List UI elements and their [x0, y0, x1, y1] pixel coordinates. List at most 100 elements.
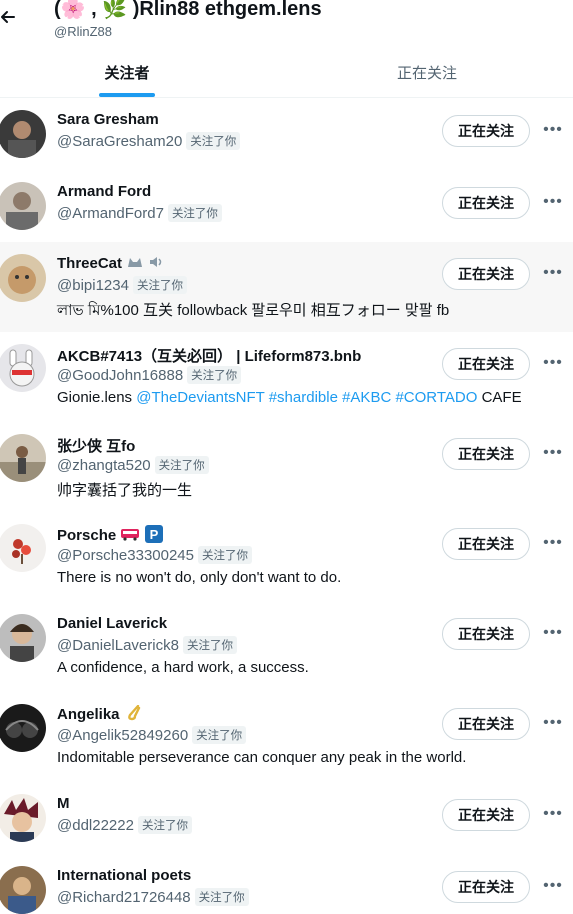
following-button[interactable]: 正在关注: [442, 258, 530, 290]
avatar[interactable]: [0, 182, 46, 230]
cat-emoji-icon: [126, 255, 144, 273]
back-button[interactable]: [0, 4, 22, 30]
user-handle[interactable]: @SaraGresham20: [57, 133, 182, 150]
user-row[interactable]: International poets @Richard21726448 关注了…: [0, 854, 573, 914]
handle-line: @Angelik52849260 关注了你: [57, 726, 247, 744]
user-row[interactable]: Angelika @Angelik52849260 关注了你 Indomitab…: [0, 692, 573, 782]
user-name[interactable]: International poets: [57, 867, 191, 884]
user-row[interactable]: Sara Gresham @SaraGresham20 关注了你 正在关注 ••…: [0, 98, 573, 170]
handle-line: @ArmandFord7 关注了你: [57, 204, 222, 222]
avatar[interactable]: [0, 704, 46, 752]
handle-line: @Richard21726448 关注了你: [57, 888, 249, 906]
more-icon[interactable]: •••: [541, 623, 565, 643]
user-bio: লাভ মি%100 互关 followback 팔로우미 相互フォロー 맞팔 …: [57, 302, 450, 319]
arrow-left-icon: [1, 11, 15, 23]
user-row[interactable]: M @ddl22222 关注了你 正在关注 •••: [0, 782, 573, 854]
avatar[interactable]: [0, 614, 46, 662]
follows-you-badge: 关注了你: [167, 204, 222, 222]
handle-line: @SaraGresham20 关注了你: [57, 132, 241, 150]
avatar[interactable]: [0, 110, 46, 158]
follows-you-badge: 关注了你: [137, 816, 192, 834]
bio-text: CAFE: [477, 389, 522, 406]
avatar[interactable]: [0, 794, 46, 842]
user-bio: 帅字囊括了我的一生: [57, 482, 193, 499]
user-handle[interactable]: @Richard21726448: [57, 889, 191, 906]
user-name-line: Angelika: [57, 704, 142, 725]
more-icon[interactable]: •••: [541, 443, 565, 463]
follows-you-badge: 关注了你: [186, 132, 241, 150]
handle-line: @zhangta520 关注了你: [57, 456, 209, 474]
user-row[interactable]: Daniel Laverick @DanielLaverick8 关注了你 A …: [0, 602, 573, 692]
handle-line: @GoodJohn16888 关注了你: [57, 366, 242, 384]
user-handle[interactable]: @DanielLaverick8: [57, 637, 179, 654]
following-button[interactable]: 正在关注: [442, 187, 530, 219]
tab-following[interactable]: 正在关注: [360, 48, 494, 97]
profile-title: (🌸 , 🌿 )Rlin88 ethgem.lens: [54, 0, 322, 20]
following-button[interactable]: 正在关注: [442, 115, 530, 147]
user-name[interactable]: AKCB#7413（互关必回） | Lifeform873.bnb: [57, 345, 361, 366]
user-name[interactable]: ThreeCat: [57, 255, 122, 272]
user-bio: A confidence, a hard work, a success.: [57, 659, 309, 676]
following-button[interactable]: 正在关注: [442, 438, 530, 470]
user-name[interactable]: Angelika: [57, 706, 120, 723]
more-icon[interactable]: •••: [541, 533, 565, 553]
user-handle[interactable]: @GoodJohn16888: [57, 367, 183, 384]
handle-line: @Porsche33300245 关注了你: [57, 546, 252, 564]
follows-you-badge: 关注了你: [154, 456, 209, 474]
user-name[interactable]: 张少侠 互fo: [57, 435, 135, 456]
user-name[interactable]: Sara Gresham: [57, 111, 159, 128]
user-bio: Gionie.lens @TheDeviantsNFT #shardible #…: [57, 389, 522, 406]
tab-bar: 关注者 正在关注: [0, 48, 573, 98]
user-row[interactable]: Armand Ford @ArmandFord7 关注了你 正在关注 •••: [0, 170, 573, 242]
user-handle[interactable]: @ddl22222: [57, 817, 134, 834]
follows-you-badge: 关注了你: [132, 276, 187, 294]
speaker-icon: [148, 255, 166, 273]
active-tab-indicator: [99, 93, 155, 97]
bio-text: Gionie.lens: [57, 389, 137, 406]
following-button[interactable]: 正在关注: [442, 799, 530, 831]
more-icon[interactable]: •••: [541, 120, 565, 140]
profile-handle: @RlinZ88: [54, 24, 112, 39]
bio-link[interactable]: @TheDeviantsNFT #shardible #AKBC #CORTAD…: [136, 389, 477, 406]
avatar[interactable]: [0, 344, 46, 392]
more-icon[interactable]: •••: [541, 804, 565, 824]
user-handle[interactable]: @Angelik52849260: [57, 727, 188, 744]
follows-you-badge: 关注了你: [182, 636, 237, 654]
user-row[interactable]: 张少侠 互fo @zhangta520 关注了你 帅字囊括了我的一生 正在关注 …: [0, 422, 573, 512]
more-icon[interactable]: •••: [541, 713, 565, 733]
user-name[interactable]: Daniel Laverick: [57, 615, 167, 632]
svg-text:P: P: [149, 527, 158, 542]
user-row[interactable]: AKCB#7413（互关必回） | Lifeform873.bnb @GoodJ…: [0, 332, 573, 422]
following-button[interactable]: 正在关注: [442, 618, 530, 650]
following-button[interactable]: 正在关注: [442, 708, 530, 740]
following-button[interactable]: 正在关注: [442, 528, 530, 560]
avatar[interactable]: [0, 866, 46, 914]
handle-line: @bipi1234 关注了你: [57, 276, 187, 294]
user-name[interactable]: Armand Ford: [57, 183, 151, 200]
user-name[interactable]: Porsche: [57, 527, 116, 544]
tab-followers[interactable]: 关注者: [60, 48, 194, 97]
more-icon[interactable]: •••: [541, 192, 565, 212]
avatar[interactable]: [0, 524, 46, 572]
parking-icon: P: [144, 525, 163, 547]
more-icon[interactable]: •••: [541, 876, 565, 896]
following-button[interactable]: 正在关注: [442, 348, 530, 380]
user-handle[interactable]: @ArmandFord7: [57, 205, 164, 222]
user-row[interactable]: ThreeCat @bipi1234 关注了你 লাভ মি%100 互关 fo…: [0, 242, 573, 332]
user-handle[interactable]: @Porsche33300245: [57, 547, 194, 564]
user-bio: There is no won't do, only don't want to…: [57, 569, 342, 586]
user-row[interactable]: Porsche P @Porsche33300245 关注了你 There is…: [0, 512, 573, 602]
more-icon[interactable]: •••: [541, 353, 565, 373]
user-handle[interactable]: @bipi1234: [57, 277, 129, 294]
user-name-line: Porsche P: [57, 525, 163, 547]
avatar[interactable]: [0, 434, 46, 482]
user-handle[interactable]: @zhangta520: [57, 457, 151, 474]
more-icon[interactable]: •••: [541, 263, 565, 283]
avatar[interactable]: [0, 254, 46, 302]
user-name[interactable]: M: [57, 795, 70, 812]
follows-you-badge: 关注了你: [187, 366, 242, 384]
handle-line: @DanielLaverick8 关注了你: [57, 636, 237, 654]
user-bio: Indomitable perseverance can conquer any…: [57, 749, 467, 766]
saxophone-icon: [124, 704, 142, 725]
following-button[interactable]: 正在关注: [442, 871, 530, 903]
